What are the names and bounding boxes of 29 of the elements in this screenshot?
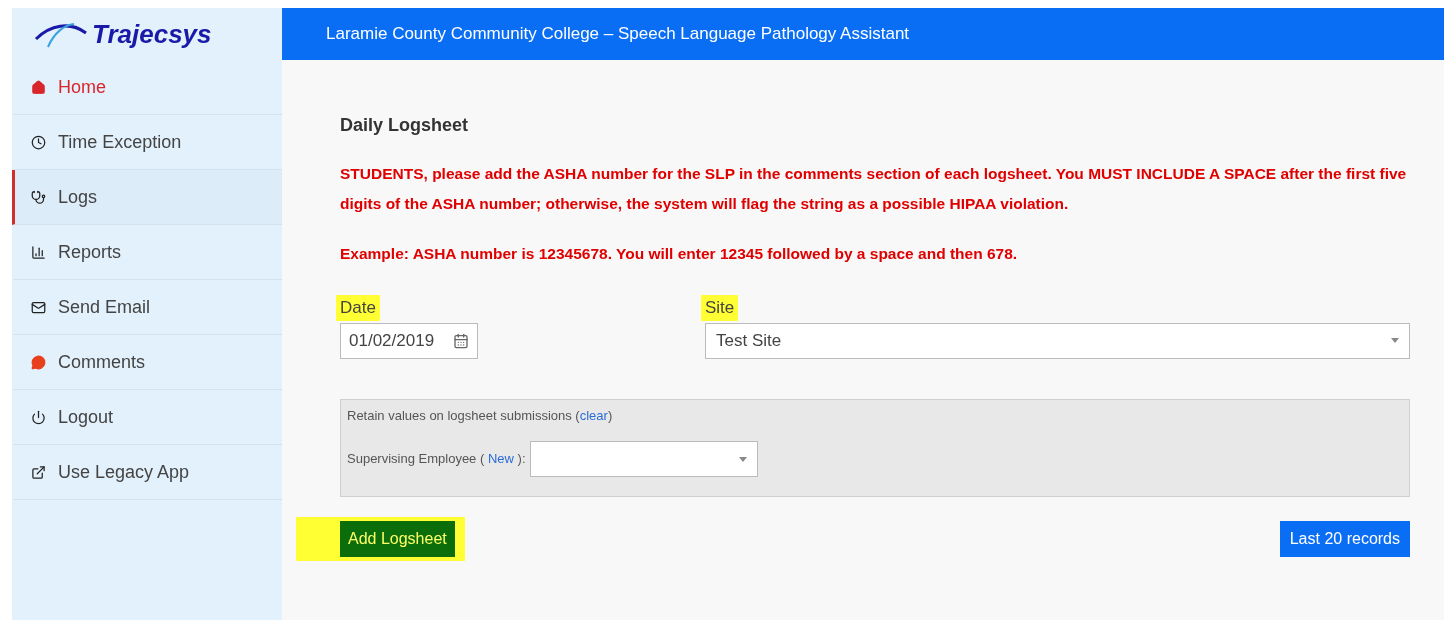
- notice-text: STUDENTS, please add the ASHA number for the SLP in the comments section of each logsheet. You MUST INCLUDE A SPACE after the first five digits of the ASHA number; otherwise, the system will flag the string as a possible HIPAA violation.: [340, 164, 1408, 214]
- mail-icon: [31, 299, 46, 315]
- supervisor-select[interactable]: [529, 441, 758, 477]
- site-select[interactable]: Test Site: [705, 322, 1410, 359]
- header-title: Laramie County Community College – Speech Language Pathology Assistant: [326, 23, 910, 46]
- home-icon: [31, 79, 46, 95]
- power-icon: [31, 409, 46, 425]
- supervisor-label: Supervising Employee ( New ):: [347, 450, 526, 469]
- new-link[interactable]: New: [487, 451, 514, 467]
- retain-text: Retain values on logsheet submissions (clear): [347, 406, 614, 425]
- page-title: Daily Logsheet: [340, 114, 470, 137]
- stethoscope-icon: [31, 189, 46, 205]
- notice-text: Example: ASHA number is 12345678. You will enter 12345 followed by a space and then 678.: [340, 244, 1019, 264]
- clock-icon: [31, 134, 46, 150]
- calendar-icon: [453, 332, 469, 349]
- speech-bubble-icon: [31, 354, 46, 370]
- external-link-icon: [31, 464, 46, 480]
- site-label: Site: [701, 295, 739, 321]
- brand-name: Trajecsys: [92, 17, 212, 51]
- add-logsheet-button[interactable]: Add Logsheet: [340, 520, 455, 557]
- date-label: Date: [336, 295, 380, 321]
- dropdown-caret-icon: [738, 456, 747, 462]
- clear-link[interactable]: clear: [579, 407, 608, 423]
- bar-chart-icon: [31, 244, 46, 260]
- date-field[interactable]: 01/02/2019: [340, 322, 478, 359]
- sidebar-item[interactable]: Logs: [12, 170, 282, 225]
- brand-logo[interactable]: Trajecsys: [12, 8, 282, 60]
- dropdown-caret-icon: [1391, 338, 1399, 343]
- last-records-button[interactable]: Last 20 records: [1279, 520, 1410, 557]
